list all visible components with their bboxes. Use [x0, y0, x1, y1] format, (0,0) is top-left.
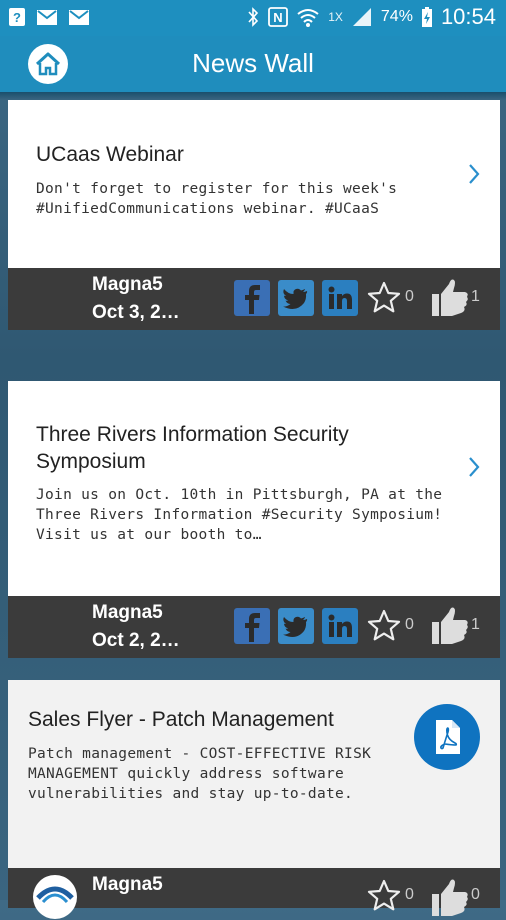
svg-text:?: ? [13, 10, 21, 25]
post-author: Magna5 [92, 602, 163, 623]
chevron-right-icon[interactable] [466, 162, 482, 186]
star-outline-icon[interactable] [366, 608, 402, 644]
post-date: Oct 3, 2… [92, 302, 180, 323]
facebook-icon[interactable] [234, 280, 270, 316]
signal-icon [352, 8, 371, 26]
post-footer: Magna5 0 0 [8, 868, 500, 919]
like-count: 0 [471, 886, 480, 903]
news-card[interactable]: UCaas Webinar Don't forget to register f… [8, 100, 500, 268]
like-count: 1 [471, 288, 480, 305]
bluetooth-icon [248, 7, 259, 27]
chevron-right-icon[interactable] [466, 455, 482, 479]
wifi-icon [297, 9, 319, 27]
pdf-icon [436, 720, 460, 754]
author-avatar [33, 875, 77, 919]
gmail-icon [37, 10, 57, 25]
svg-text:N: N [274, 10, 283, 25]
post-title: UCaas Webinar [36, 143, 184, 166]
star-count: 0 [405, 616, 414, 633]
post-body: Don't forget to register for this week's… [36, 181, 398, 217]
app-bar-shadow [0, 92, 506, 100]
linkedin-icon[interactable] [322, 608, 358, 644]
network-type: 1X [328, 10, 343, 24]
nfc-icon: N [268, 7, 289, 27]
mail-icon [69, 10, 89, 25]
post-body: Join us on Oct. 10th in Pittsburgh, PA a… [36, 487, 443, 543]
news-card[interactable]: Sales Flyer - Patch Management Patch man… [8, 680, 500, 868]
pdf-button[interactable] [414, 704, 480, 770]
post-footer: Magna5 Oct 2, 2… 0 1 [8, 596, 500, 658]
like-count: 1 [471, 616, 480, 633]
star-count: 0 [405, 288, 414, 305]
linkedin-icon[interactable] [322, 280, 358, 316]
post-date: Oct 2, 2… [92, 630, 180, 651]
post-title: Three Rivers Information Security Sympos… [36, 423, 349, 473]
star-outline-icon[interactable] [366, 878, 402, 914]
battery-percent: 74% [380, 8, 413, 25]
thumbs-up-icon[interactable] [430, 876, 470, 918]
help-icon: ? [9, 8, 25, 26]
app-bar: News Wall [0, 36, 506, 92]
post-body: Patch management - COST-EFFECTIVE RISK M… [28, 746, 372, 802]
facebook-icon[interactable] [234, 608, 270, 644]
page-title: News Wall [192, 48, 314, 78]
twitter-icon[interactable] [278, 280, 314, 316]
clock: 10:54 [440, 4, 496, 29]
star-count: 0 [405, 886, 414, 903]
star-outline-icon[interactable] [366, 280, 402, 316]
status-bar: ? N 1X 74% 10:54 [0, 0, 506, 36]
post-title: Sales Flyer - Patch Management [28, 708, 334, 731]
thumbs-up-icon[interactable] [430, 276, 470, 318]
battery-icon [421, 7, 432, 27]
post-author: Magna5 [92, 874, 163, 895]
news-card[interactable]: Three Rivers Information Security Sympos… [8, 381, 500, 596]
twitter-icon[interactable] [278, 608, 314, 644]
thumbs-up-icon[interactable] [430, 604, 470, 646]
post-author: Magna5 [92, 274, 163, 295]
post-footer: Magna5 Oct 3, 2… 0 1 [8, 268, 500, 330]
